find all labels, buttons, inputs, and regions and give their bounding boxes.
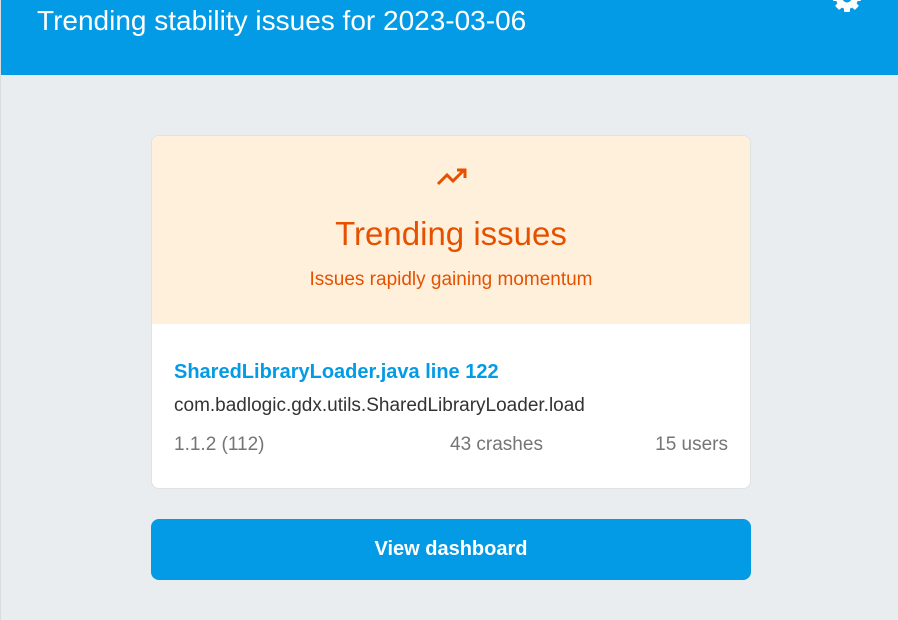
gear-icon[interactable] — [829, 0, 865, 16]
card-subtitle: Issues rapidly gaining momentum — [309, 269, 593, 290]
header-bar: Trending stability issues for 2023-03-06 — [1, 0, 898, 75]
issue-user-count: 15 users — [655, 434, 728, 455]
view-dashboard-button[interactable]: View dashboard — [151, 519, 751, 580]
trending-issues-card: Trending issues Issues rapidly gaining m… — [151, 135, 751, 489]
issue-method: com.badlogic.gdx.utils.SharedLibraryLoad… — [174, 395, 585, 416]
issue-version: 1.1.2 (112) — [174, 434, 265, 455]
trending-up-icon — [436, 168, 467, 186]
card-hero: Trending issues Issues rapidly gaining m… — [152, 136, 750, 324]
page-edge — [0, 0, 1, 620]
issue-crash-count: 43 crashes — [450, 434, 543, 455]
page-title: Trending stability issues for 2023-03-06 — [37, 5, 527, 36]
card-title: Trending issues — [335, 215, 567, 252]
issue-title-link[interactable]: SharedLibraryLoader.java line 122 — [174, 359, 499, 385]
